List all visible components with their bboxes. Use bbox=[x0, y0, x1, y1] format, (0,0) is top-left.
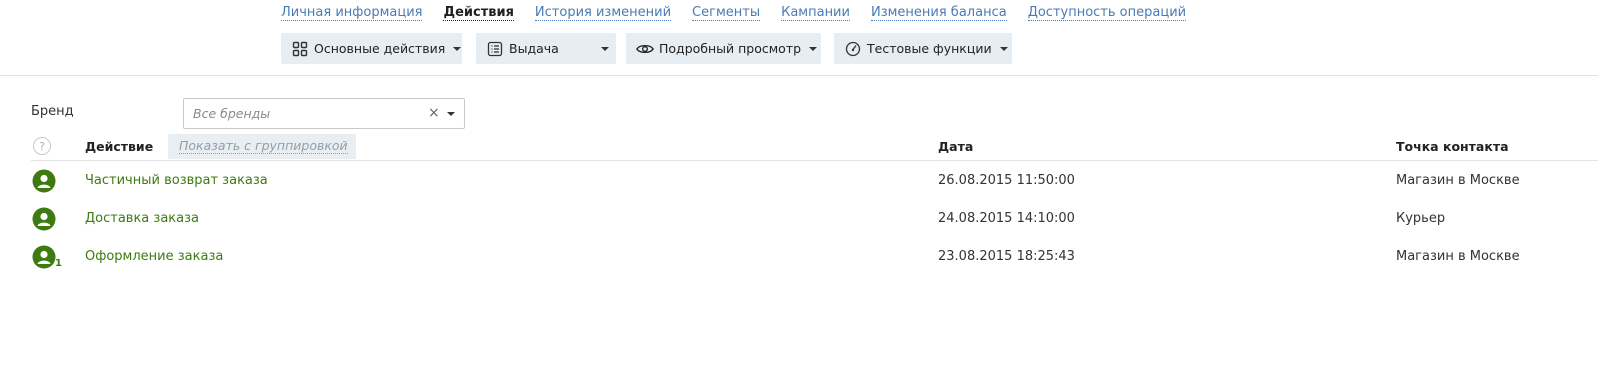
issue-button[interactable]: Выдача bbox=[476, 33, 616, 64]
user-icon bbox=[32, 245, 56, 269]
tab-personal-info[interactable]: Личная информация bbox=[281, 5, 423, 21]
show-grouped-link[interactable]: Показать с группировкой bbox=[179, 139, 348, 154]
action-link[interactable]: Частичный возврат заказа bbox=[85, 173, 268, 188]
test-functions-button[interactable]: Тестовые функции bbox=[834, 33, 1012, 64]
help-icon[interactable]: ? bbox=[33, 137, 51, 155]
action-date: 26.08.2015 11:50:00 bbox=[938, 173, 1075, 188]
tab-campaigns[interactable]: Кампании bbox=[781, 5, 850, 21]
chevron-down-icon[interactable] bbox=[447, 112, 455, 116]
section-tabs: Личная информация Действия История измен… bbox=[281, 4, 1207, 22]
column-header-date: Дата bbox=[938, 139, 974, 154]
issue-label: Выдача bbox=[509, 41, 559, 56]
action-date: 24.08.2015 14:10:00 bbox=[938, 211, 1075, 226]
column-header-contact-point: Точка контакта bbox=[1396, 139, 1509, 154]
header-divider bbox=[0, 75, 1598, 76]
table-row: Доставка заказа 24.08.2015 14:10:00 Курь… bbox=[0, 207, 1598, 237]
chevron-down-icon bbox=[453, 46, 462, 51]
action-link[interactable]: Доставка заказа bbox=[85, 211, 199, 226]
tab-segments[interactable]: Сегменты bbox=[692, 5, 761, 21]
eye-icon bbox=[636, 40, 654, 58]
main-actions-label: Основные действия bbox=[314, 41, 446, 56]
group-toggle[interactable]: Показать с группировкой bbox=[168, 134, 356, 159]
tab-operations-availability[interactable]: Доступность операций bbox=[1027, 5, 1187, 21]
details-view-label: Подробный просмотр bbox=[659, 41, 802, 56]
details-view-button[interactable]: Подробный просмотр bbox=[626, 33, 821, 64]
brand-label: Бренд bbox=[31, 104, 74, 119]
gauge-icon bbox=[844, 40, 862, 58]
tab-change-history[interactable]: История изменений bbox=[534, 5, 672, 21]
group-count-badge: 1 bbox=[55, 258, 62, 269]
clear-icon[interactable]: × bbox=[428, 105, 440, 121]
chevron-down-icon bbox=[600, 46, 609, 51]
contact-point: Магазин в Москве bbox=[1396, 173, 1520, 188]
main-actions-button[interactable]: Основные действия bbox=[281, 33, 462, 64]
chevron-down-icon bbox=[999, 46, 1008, 51]
list-icon bbox=[486, 40, 504, 58]
contact-point: Магазин в Москве bbox=[1396, 249, 1520, 264]
table-row: Частичный возврат заказа 26.08.2015 11:5… bbox=[0, 169, 1598, 199]
user-icon bbox=[32, 207, 56, 231]
grid-icon bbox=[291, 40, 309, 58]
test-functions-label: Тестовые функции bbox=[867, 41, 992, 56]
tab-balance-changes[interactable]: Изменения баланса bbox=[870, 5, 1007, 21]
contact-point: Курьер bbox=[1396, 211, 1446, 226]
user-icon bbox=[32, 169, 56, 193]
column-header-action: Действие bbox=[85, 139, 154, 154]
action-date: 23.08.2015 18:25:43 bbox=[938, 249, 1075, 264]
brand-select-placeholder: Все бренды bbox=[193, 106, 271, 121]
tab-actions[interactable]: Действия bbox=[443, 5, 514, 21]
chevron-down-icon bbox=[809, 46, 818, 51]
action-link[interactable]: Оформление заказа bbox=[85, 249, 223, 264]
brand-select[interactable]: Все бренды × bbox=[183, 98, 465, 129]
table-header-divider bbox=[31, 160, 1598, 161]
table-row: 1 Оформление заказа 23.08.2015 18:25:43 … bbox=[0, 245, 1598, 275]
